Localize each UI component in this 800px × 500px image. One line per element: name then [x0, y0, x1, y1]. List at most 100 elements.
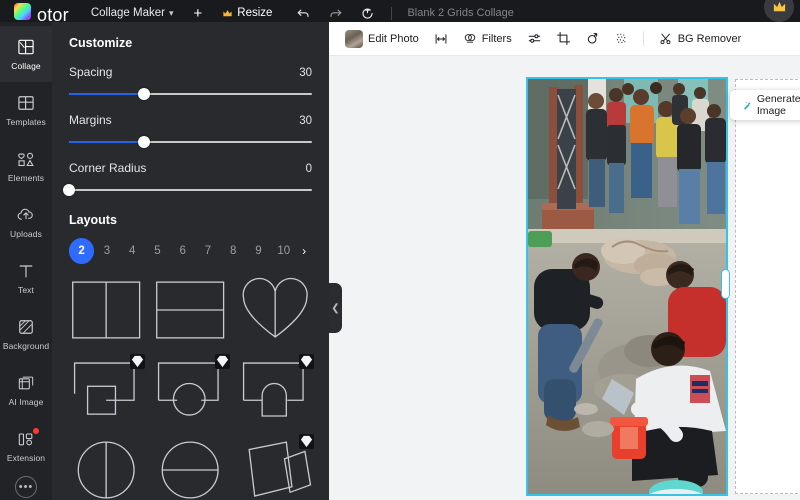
slider-thumb[interactable] [63, 184, 75, 196]
add-button[interactable]: + [194, 5, 203, 22]
text-icon [19, 265, 33, 278]
layout-arch-overlay[interactable] [238, 354, 314, 424]
layout-circle-horizontal[interactable] [153, 436, 227, 500]
templates-icon [18, 96, 34, 110]
bg-remover-button[interactable]: BG Remover [651, 27, 750, 51]
layout-count-10[interactable]: 10 [271, 238, 296, 264]
adjust-button[interactable] [520, 31, 549, 46]
crop-icon [556, 31, 570, 46]
sidebar-item-text[interactable]: Text [0, 250, 52, 306]
slider-track [69, 189, 312, 191]
collage-cell-empty[interactable] [735, 79, 800, 494]
margins-value: 30 [299, 115, 312, 127]
history-icon-group [296, 6, 375, 21]
toolbar-divider [642, 31, 644, 46]
reset-icon[interactable] [360, 6, 375, 21]
sidebar-item-elements[interactable]: Elements [0, 138, 52, 194]
magic-wand-icon [743, 101, 751, 110]
texture-icon [616, 33, 626, 43]
panel-collapse-handle[interactable]: ❮ [329, 283, 342, 333]
control-row-corner-radius: Corner Radius 0 [69, 161, 312, 175]
slider-thumb[interactable] [138, 136, 151, 148]
layout-heart-split[interactable] [238, 276, 312, 344]
layout-count-next-button[interactable]: › [296, 244, 312, 258]
spacing-label: Spacing [69, 65, 113, 79]
layout-tilted-cards[interactable] [238, 434, 314, 500]
layout-count-9[interactable]: 9 [246, 238, 271, 264]
texture-button[interactable] [607, 31, 636, 46]
generate-image-label: Generate Image [756, 93, 800, 117]
ai-image-icon [18, 376, 34, 390]
collage-sheet: Generate Image [526, 77, 800, 496]
layout-circle-vertical[interactable] [69, 436, 143, 500]
panel-title: Customize [69, 36, 133, 50]
slider-thumb[interactable] [138, 88, 151, 100]
layout-count-4[interactable]: 4 [120, 238, 145, 264]
sidebar-item-background[interactable]: Background [0, 306, 52, 362]
sidebar-item-extension[interactable]: Extension [0, 418, 52, 474]
crown-icon [223, 9, 232, 16]
sidebar-item-collage[interactable]: Collage [0, 26, 52, 82]
corner-radius-label: Corner Radius [69, 161, 147, 175]
fotor-collage-editor: otor Collage Maker ▾ + Resize Blank 2 Gr… [0, 0, 800, 500]
chevron-down-icon: ▾ [168, 7, 174, 18]
bg-remover-label: BG Remover [677, 32, 742, 45]
flip-horizontal-button[interactable] [427, 32, 455, 46]
sidebar-item-ai-image[interactable]: AI Image [0, 362, 52, 418]
elements-icon [18, 152, 34, 167]
layout-count-5[interactable]: 5 [145, 238, 170, 264]
crop-button[interactable] [549, 31, 578, 46]
layout-heart-split-preview [242, 277, 308, 338]
margins-slider[interactable] [69, 135, 312, 149]
layout-circle-horizontal-preview [161, 441, 220, 499]
sidebar-item-uploads[interactable]: Uploads [0, 194, 52, 250]
chevron-left-icon: ❮ [331, 302, 340, 314]
filters-button[interactable]: Filters [455, 27, 520, 51]
layout-circle-overlay[interactable] [153, 354, 230, 424]
sidebar-item-label: Extension [6, 453, 46, 463]
layout-count-6[interactable]: 6 [170, 238, 195, 264]
layout-count-2[interactable]: 2 [69, 238, 95, 264]
edit-photo-button[interactable]: Edit Photo [337, 27, 427, 51]
filters-icon [464, 33, 475, 43]
premium-gem-icon [299, 354, 314, 369]
layout-square-overlay[interactable] [69, 354, 146, 424]
customize-panel: Customize Spacing 30 Margins 30 Corner R… [52, 22, 329, 500]
resize-button[interactable]: Resize [222, 7, 272, 19]
sidebar-item-label: Elements [7, 173, 45, 183]
sidebar-item-templates[interactable]: Templates [0, 82, 52, 138]
toolbar-divider [391, 6, 393, 20]
left-sidebar: Collage Templates Elements Uploads Text … [0, 22, 52, 500]
layout-two-rows[interactable] [153, 276, 227, 344]
sidebar-more-button[interactable]: ••• [15, 476, 37, 498]
rotate-button[interactable] [578, 31, 607, 46]
background-icon [19, 320, 33, 334]
undo-icon[interactable] [296, 6, 311, 21]
collage-cell-photo[interactable] [526, 77, 728, 496]
layout-count-7[interactable]: 7 [195, 238, 220, 264]
canvas-toolbar: Edit Photo Filters BG Remover [329, 22, 800, 56]
generate-image-button[interactable]: Generate Image [737, 93, 800, 117]
layout-count-selector: 2 3 4 5 6 7 8 9 10 › [69, 238, 312, 264]
redo-icon[interactable] [328, 6, 343, 21]
notification-badge [33, 428, 39, 434]
slider-fill [69, 141, 145, 143]
premium-gem-icon [130, 354, 146, 369]
layout-two-columns[interactable] [69, 276, 143, 344]
top-bar: otor Collage Maker ▾ + Resize Blank 2 Gr… [0, 0, 800, 25]
control-row-spacing: Spacing 30 [69, 65, 312, 79]
sidebar-item-label: Collage [11, 61, 41, 71]
premium-gem-icon [214, 354, 230, 369]
layout-two-rows-preview [156, 281, 225, 339]
collage-photo [528, 79, 726, 494]
grid-resize-handle[interactable] [721, 269, 730, 299]
layout-count-3[interactable]: 3 [94, 238, 119, 264]
filters-label: Filters [481, 32, 512, 45]
doc-type-dropdown[interactable]: Collage Maker ▾ [91, 7, 174, 19]
layout-count-8[interactable]: 8 [221, 238, 246, 264]
premium-avatar-button[interactable] [764, 0, 794, 22]
brand-logo[interactable]: otor [14, 1, 69, 25]
corner-radius-slider[interactable] [63, 183, 312, 197]
spacing-slider[interactable] [69, 87, 312, 101]
document-title[interactable]: Blank 2 Grids Collage [407, 7, 513, 19]
